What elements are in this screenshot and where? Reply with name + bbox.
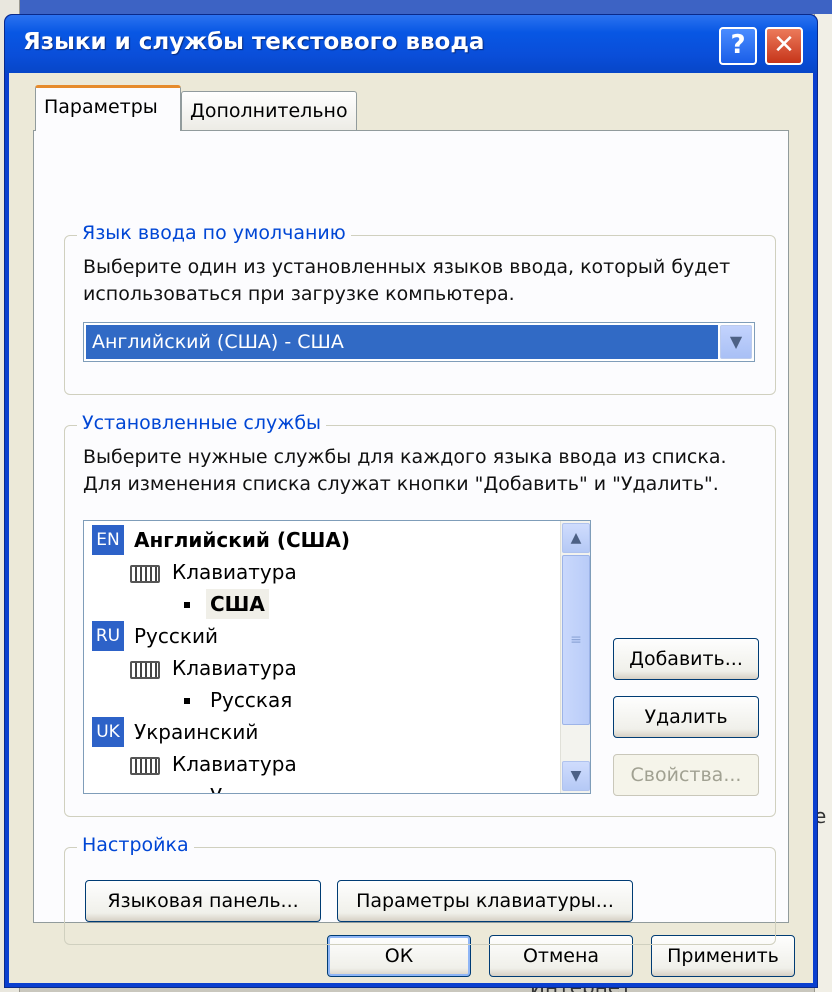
tree-language-ru[interactable]: Русский	[134, 621, 218, 651]
close-icon: ✕	[773, 30, 795, 60]
tree-keyboard-en[interactable]: Клавиатура	[172, 557, 297, 587]
properties-button[interactable]: Свойства...	[613, 754, 759, 796]
language-bar-button[interactable]: Языковая панель...	[85, 880, 321, 922]
close-button[interactable]: ✕	[765, 27, 803, 65]
tab-panel: Язык ввода по умолчанию Выберите один из…	[33, 130, 789, 945]
tree-layout-uk[interactable]: У	[210, 781, 222, 793]
tree-layout-en[interactable]: США	[206, 589, 269, 619]
title-bar[interactable]: Языки и службы текстового ввода ? ✕	[5, 15, 817, 73]
tree-keyboard-ru[interactable]: Клавиатура	[172, 653, 297, 683]
language-code-badge: EN	[92, 525, 124, 555]
settings-group: Настройка Языковая панель... Параметры к…	[64, 834, 776, 945]
installed-services-description-1: Выберите нужные службы для каждого языка…	[83, 446, 727, 468]
installed-services-group-title: Установленные службы	[77, 412, 327, 434]
tree-language-uk[interactable]: Украинский	[134, 717, 258, 747]
installed-services-description-2: Для изменения списка служат кнопки "Доба…	[83, 473, 719, 495]
tab-advanced[interactable]: Дополнительно	[181, 91, 357, 131]
remove-button[interactable]: Удалить	[613, 696, 759, 738]
help-icon: ?	[730, 30, 746, 60]
scroll-down-icon[interactable]: ▼	[562, 761, 590, 791]
add-button[interactable]: Добавить...	[613, 638, 759, 680]
installed-services-group: Установленные службы Выберите нужные слу…	[64, 412, 776, 817]
tab-parameters[interactable]: Параметры	[35, 85, 181, 131]
bullet-icon	[184, 698, 190, 704]
services-tree[interactable]: EN Английский (США) Клавиатура США RU Ру…	[83, 520, 591, 794]
keyboard-icon	[130, 565, 160, 583]
tree-keyboard-uk[interactable]: Клавиатура	[172, 749, 297, 779]
window-title: Языки и службы текстового ввода	[23, 29, 485, 55]
help-button[interactable]: ?	[719, 27, 757, 65]
default-language-description-1: Выберите один из установленных языков вв…	[83, 256, 731, 278]
scroll-up-icon[interactable]: ▲	[562, 523, 590, 553]
default-language-group: Язык ввода по умолчанию Выберите один из…	[64, 222, 776, 395]
default-language-select[interactable]: Английский (США) - США ▼	[83, 322, 755, 362]
default-language-description-2: использоваться при загрузке компьютера.	[83, 283, 515, 305]
settings-group-title: Настройка	[77, 834, 194, 856]
dialog-window: Языки и службы текстового ввода ? ✕ Пара…	[4, 14, 818, 988]
scroll-thumb[interactable]: ≡	[562, 555, 590, 725]
language-code-badge: RU	[92, 621, 124, 651]
tree-layout-ru[interactable]: Русская	[210, 685, 292, 715]
tree-language-en[interactable]: Английский (США)	[134, 525, 350, 555]
background-taskbar-strip	[0, 0, 832, 14]
language-code-badge: UK	[92, 717, 124, 747]
default-language-group-title: Язык ввода по умолчанию	[77, 222, 351, 244]
keyboard-icon	[130, 661, 160, 679]
keyboard-settings-button[interactable]: Параметры клавиатуры...	[337, 880, 633, 922]
dialog-client-area: Параметры Дополнительно Язык ввода по ум…	[9, 73, 813, 983]
tree-scrollbar[interactable]: ▲ ≡ ▼	[560, 521, 590, 793]
chevron-down-icon[interactable]: ▼	[720, 325, 752, 359]
bullet-icon	[184, 602, 190, 608]
default-language-value: Английский (США) - США	[86, 325, 718, 359]
keyboard-icon	[130, 757, 160, 775]
